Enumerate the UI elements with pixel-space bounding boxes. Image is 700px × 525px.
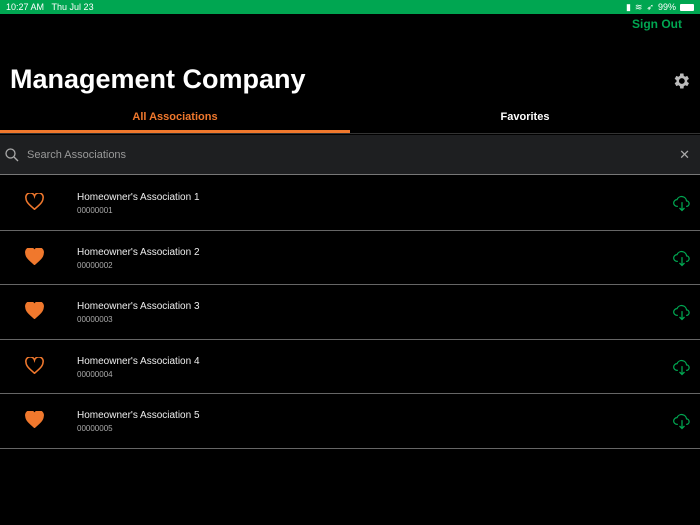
search-bar: ✕ <box>0 135 700 175</box>
cloud-download-icon[interactable] <box>672 411 692 431</box>
heart-outline-icon[interactable] <box>25 356 44 374</box>
association-id: 00000004 <box>77 369 113 379</box>
association-name: Homeowner's Association 3 <box>77 301 200 313</box>
tab-bar: All Associations Favorites <box>0 108 700 134</box>
cloud-download-icon[interactable] <box>672 357 692 377</box>
battery-icon <box>680 3 694 11</box>
status-bar: 10:27 AM Thu Jul 23 ▮ ≋ ➶ 99% <box>0 0 700 14</box>
wifi-icon: ≋ <box>634 1 643 12</box>
association-name: Homeowner's Association 5 <box>77 410 200 422</box>
association-list: Homeowner's Association 1 00000001 Homeo… <box>0 176 700 449</box>
association-id: 00000005 <box>77 424 113 434</box>
gear-icon[interactable] <box>671 71 691 91</box>
association-name: Homeowner's Association 4 <box>77 355 200 367</box>
heart-filled-icon[interactable] <box>25 247 44 265</box>
heart-filled-icon[interactable] <box>25 411 44 429</box>
status-time: 10:27 AM <box>6 2 45 12</box>
association-row[interactable]: Homeowner's Association 5 00000005 <box>0 394 700 449</box>
cloud-download-icon[interactable] <box>672 193 692 213</box>
status-date: Thu Jul 23 <box>51 2 94 12</box>
search-icon <box>5 147 19 161</box>
heart-filled-icon[interactable] <box>25 302 44 320</box>
cloud-download-icon[interactable] <box>672 302 692 322</box>
association-name: Homeowner's Association 1 <box>77 192 200 203</box>
tab-favorites[interactable]: Favorites <box>350 108 700 133</box>
association-id: 00000001 <box>77 206 113 215</box>
location-icon: ➶ <box>646 1 654 12</box>
association-row[interactable]: Homeowner's Association 4 00000004 <box>0 340 700 395</box>
association-row[interactable]: Homeowner's Association 3 00000003 <box>0 285 700 340</box>
association-row[interactable]: Homeowner's Association 1 00000001 <box>0 176 700 231</box>
tab-all-associations[interactable]: All Associations <box>0 108 350 133</box>
signal-icon: ▮ <box>625 1 631 12</box>
cloud-download-icon[interactable] <box>672 248 692 268</box>
association-name: Homeowner's Association 2 <box>77 246 200 258</box>
search-input[interactable] <box>27 148 680 161</box>
heart-outline-icon[interactable] <box>25 193 44 210</box>
association-row[interactable]: Homeowner's Association 2 00000002 <box>0 231 700 286</box>
page-title: Management Company <box>10 64 306 94</box>
sign-out-button[interactable]: Sign Out <box>632 17 682 31</box>
battery-percent: 99% <box>657 2 676 12</box>
association-id: 00000003 <box>77 315 113 325</box>
clear-search-button[interactable]: ✕ <box>679 147 690 163</box>
association-id: 00000002 <box>77 260 113 270</box>
